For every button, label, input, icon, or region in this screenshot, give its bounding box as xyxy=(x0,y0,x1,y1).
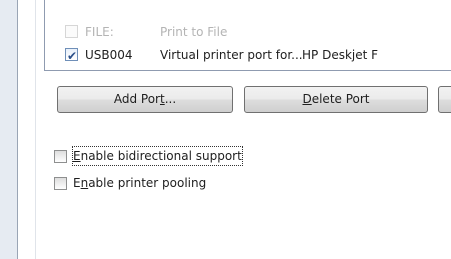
port-checkbox-file[interactable] xyxy=(65,25,78,38)
port-description: Virtual printer port for... xyxy=(160,48,303,62)
printer-pooling-checkbox[interactable] xyxy=(54,177,67,190)
bidirectional-label-end: nable bidirectional support xyxy=(80,149,242,163)
pooling-label-start: E xyxy=(73,176,81,190)
list-item-usb004-port[interactable]: ✔ USB004 Virtual printer port for... HP … xyxy=(45,44,451,66)
bidirectional-support-label[interactable]: Enable bidirectional support xyxy=(72,146,243,166)
port-name: FILE: xyxy=(85,25,114,39)
port-name: USB004 xyxy=(85,48,133,62)
delete-port-accelerator: D xyxy=(302,92,312,106)
pooling-label-end: able printer pooling xyxy=(88,176,207,190)
configure-port-button[interactable] xyxy=(438,86,451,113)
delete-port-label-end: elete Port xyxy=(311,92,370,106)
ports-list[interactable]: FILE: Print to File ✔ USB004 Virtual pri… xyxy=(44,0,451,71)
add-port-label-start: Add Por xyxy=(113,92,160,106)
add-port-button[interactable]: Add Port... xyxy=(57,86,233,113)
bidirectional-accelerator: E xyxy=(73,149,81,163)
checkmark-icon: ✔ xyxy=(67,49,78,63)
list-item-file-port[interactable]: FILE: Print to File xyxy=(45,21,451,43)
port-checkbox-usb004[interactable]: ✔ xyxy=(65,48,78,63)
delete-port-button[interactable]: Delete Port xyxy=(244,86,428,113)
printer-pooling-label[interactable]: Enable printer pooling xyxy=(73,174,206,192)
add-port-label-end: ... xyxy=(164,92,177,106)
port-printer: HP Deskjet F xyxy=(302,48,379,62)
bidirectional-support-checkbox[interactable] xyxy=(54,150,67,163)
port-description: Print to File xyxy=(160,25,228,39)
